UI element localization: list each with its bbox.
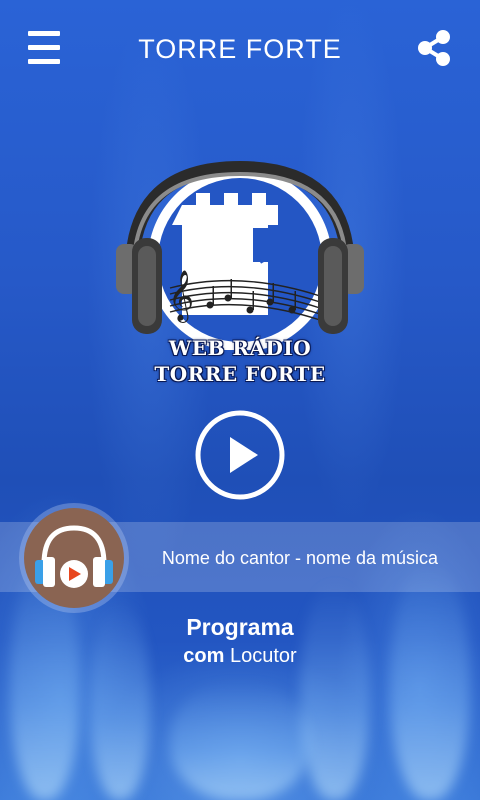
program-host-line: com Locutor — [0, 645, 480, 668]
share-button[interactable] — [414, 28, 454, 68]
now-playing-avatar — [18, 502, 130, 614]
play-button[interactable] — [194, 409, 286, 501]
program-with-label: com — [183, 645, 225, 667]
share-icon — [418, 30, 450, 66]
program-title: Programa — [186, 614, 294, 640]
now-playing-text: Nome do cantor - nome da música — [161, 548, 439, 568]
top-bar: TORRE FORTE — [0, 0, 480, 100]
logo-text-line1: WEB RÁDIO — [168, 336, 312, 360]
play-icon — [195, 410, 285, 500]
blue-flame-background — [0, 0, 480, 800]
headphones-tower-logo: 𝄞 — [116, 160, 364, 352]
svg-text:𝄞: 𝄞 — [168, 270, 194, 323]
program-host: Locutor — [229, 645, 297, 667]
app-title: TORRE FORTE — [138, 34, 342, 64]
logo-text-line2: TORRE FORTE — [154, 362, 326, 386]
headphones-play-icon — [19, 503, 129, 613]
